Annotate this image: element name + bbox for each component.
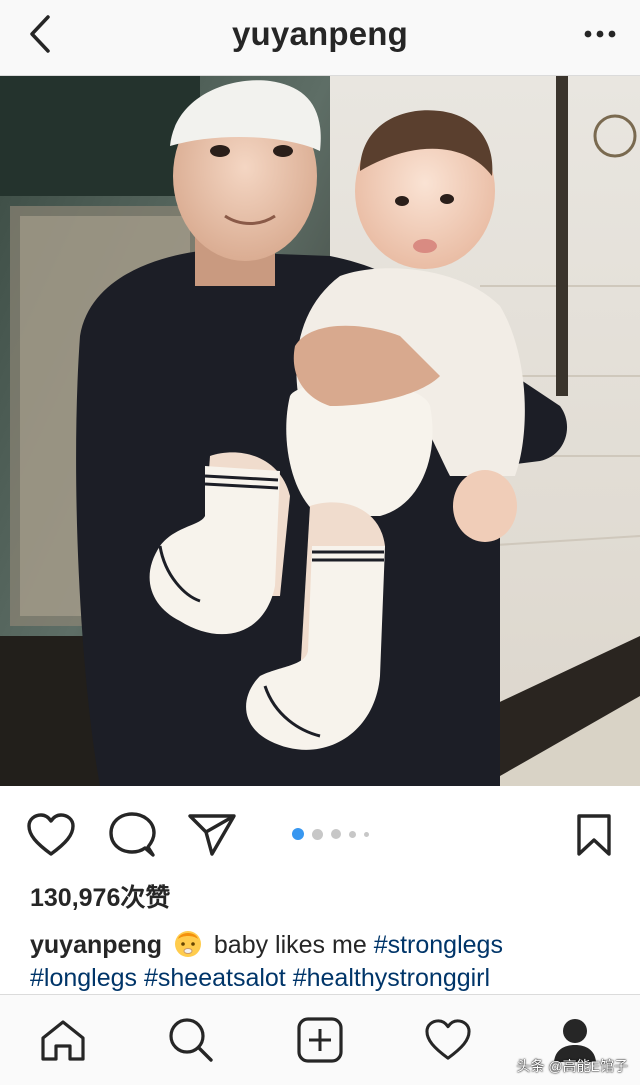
caption-text: baby likes me (213, 931, 367, 959)
tab-new-post[interactable] (295, 1015, 345, 1065)
carousel-dot (331, 829, 341, 839)
save-button[interactable] (569, 810, 619, 860)
carousel-dot-active (292, 828, 304, 840)
carousel-dot (312, 828, 323, 840)
search-icon (169, 1018, 213, 1062)
send-icon (188, 814, 236, 856)
share-button[interactable] (187, 810, 237, 860)
bottom-tab-bar: 头条 @高能E馆子 (0, 994, 640, 1085)
carousel-dot (349, 830, 356, 838)
comment-icon (109, 812, 156, 857)
hashtag-link[interactable]: #longlegs (30, 964, 137, 992)
add-post-icon (297, 1017, 343, 1063)
tab-search[interactable] (166, 1015, 216, 1065)
caption-username[interactable]: yuyanpeng (30, 931, 162, 959)
heart-icon (27, 813, 75, 856)
post-header: yuyanpeng (0, 0, 640, 76)
hashtag-link[interactable]: #healthystronggirl (293, 964, 490, 992)
post-photo[interactable] (0, 76, 640, 786)
baby-emoji-icon (174, 931, 201, 957)
watermark-text: 头条 @高能E馆子 (516, 1058, 628, 1074)
hashtag-link[interactable]: #stronglegs (374, 931, 503, 959)
carousel-dot (364, 831, 369, 837)
header-username[interactable]: yuyanpeng (0, 14, 640, 54)
home-icon (41, 1020, 85, 1061)
more-options-button[interactable] (578, 14, 622, 54)
more-horizontal-icon (584, 30, 616, 38)
hashtag-link[interactable]: #sheeatsalot (144, 964, 286, 992)
tab-activity[interactable] (423, 1015, 473, 1065)
likes-count[interactable]: 130,976次赞 (30, 882, 170, 914)
bookmark-icon (577, 814, 611, 856)
carousel-indicator (292, 828, 377, 840)
like-button[interactable] (26, 810, 76, 860)
activity-heart-icon (425, 1019, 471, 1060)
post-photo-image (0, 76, 640, 786)
post-caption: yuyanpeng baby likes me #stronglegs #lon… (30, 928, 620, 994)
tab-home[interactable] (38, 1015, 88, 1065)
comment-button[interactable] (107, 810, 157, 860)
post-action-bar (0, 786, 640, 886)
